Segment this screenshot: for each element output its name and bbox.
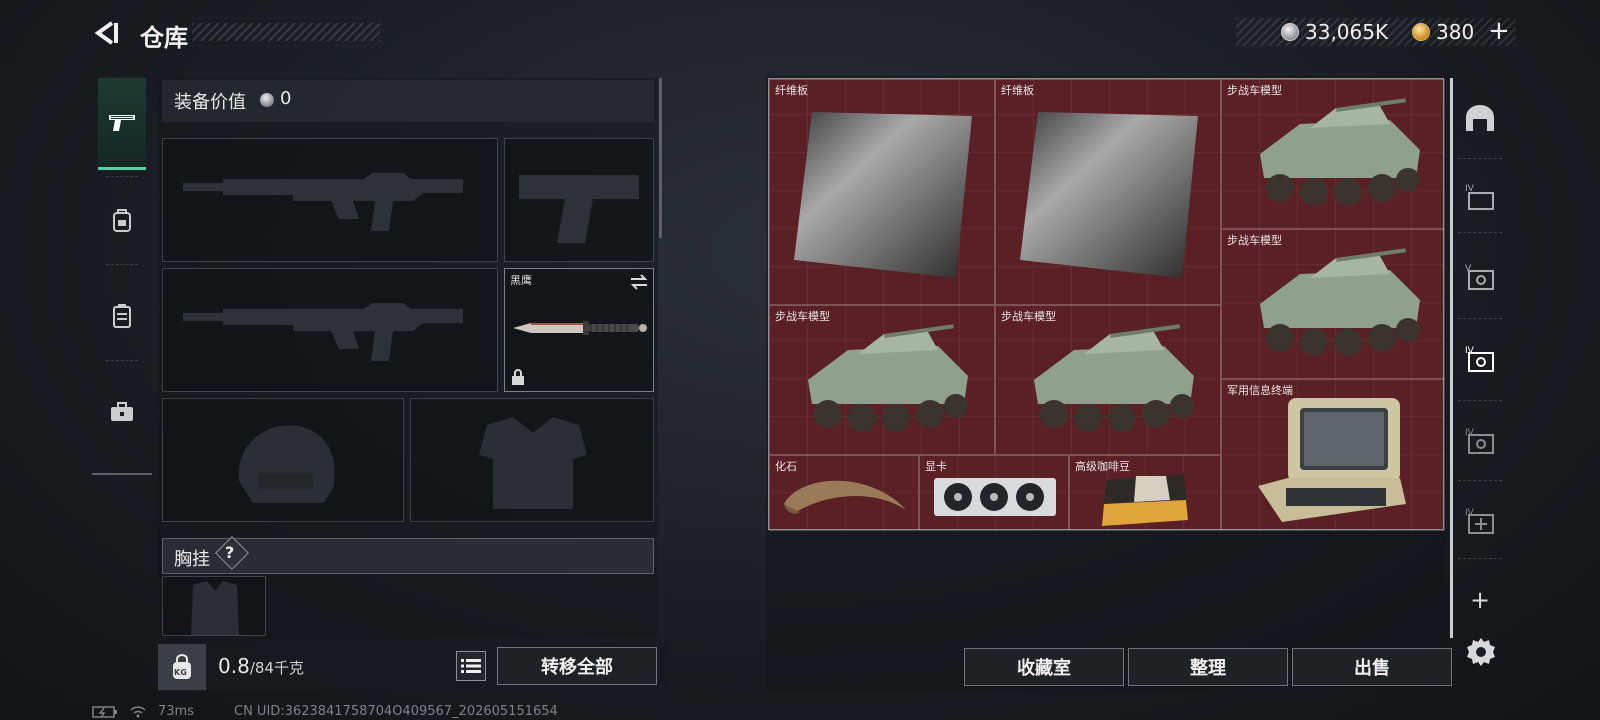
helmet-silhouette-icon [238, 425, 335, 503]
storage-page-2[interactable]: V [1460, 256, 1500, 296]
rifle-silhouette-icon [183, 173, 463, 231]
back-arrow-icon[interactable] [92, 20, 120, 46]
equipment-value-label: 装备价值 [174, 92, 246, 113]
toolbox-icon [111, 402, 133, 421]
weight-icon-box: KG [158, 644, 206, 690]
weight-icon-label: KG [174, 668, 187, 677]
fiberboard-icon [794, 112, 972, 278]
tab-storage-case[interactable] [98, 292, 146, 340]
battery-icon [92, 706, 117, 718]
transfer-all-button[interactable]: 转移全部 [497, 647, 657, 685]
fiberboard-icon [1020, 112, 1198, 278]
storage-item[interactable]: 步战车模型 [769, 305, 995, 455]
equipment-value: 0 [280, 88, 292, 109]
helmet-slot[interactable] [162, 398, 404, 522]
case-icon [113, 304, 131, 328]
storage-item[interactable]: 军用信息终端 [1221, 379, 1445, 531]
ifv-model-icon [1034, 324, 1194, 432]
safe-icon: IV [1465, 428, 1494, 454]
silver-currency-amount: 33,065K [1305, 20, 1389, 44]
sort-button[interactable]: 整理 [1128, 648, 1288, 686]
armor-slot[interactable] [410, 398, 654, 522]
lock-icon [512, 369, 524, 385]
primary-weapon-slot[interactable] [162, 138, 498, 262]
storage-item[interactable]: 高级咖啡豆 [1069, 455, 1221, 531]
storage-item[interactable]: 步战车模型 [1221, 229, 1445, 379]
military-terminal-icon [1258, 398, 1406, 522]
storage-page-3-active[interactable]: IV [1460, 338, 1500, 378]
item-name: 纤维板 [775, 84, 808, 97]
storage-page-5[interactable]: IV [1460, 500, 1500, 540]
tab-backpack[interactable] [98, 196, 146, 244]
item-name: 纤维板 [1001, 84, 1034, 97]
weight-readout: 0.8/84千克 [218, 654, 304, 678]
pistol-slot[interactable] [504, 138, 654, 262]
swap-icon[interactable] [629, 273, 649, 291]
knife-icon [513, 321, 647, 335]
add-storage-page-button[interactable]: + [1470, 586, 1490, 614]
gold-coin-icon [1412, 23, 1430, 41]
list-icon [461, 659, 481, 673]
shelter-icon [1466, 105, 1494, 131]
rifle-silhouette-icon [183, 303, 463, 361]
fossil-claw-icon [784, 480, 906, 514]
chest-rig-label: 胸挂 [174, 549, 210, 570]
ifv-model-icon [808, 324, 968, 432]
sell-button[interactable]: 出售 [1292, 648, 1452, 686]
tab-toolbox[interactable] [98, 388, 146, 436]
storage-item[interactable]: 显卡 [919, 455, 1069, 531]
storage-scrollbar[interactable] [1450, 78, 1453, 638]
storage-item[interactable]: 纤维板 [995, 79, 1221, 305]
storage-item[interactable]: 纤维板 [769, 79, 995, 305]
storage-grid: 纤维板 纤维板 步战车模型 步战车模型 步战车模型 步战车模型 军用信息终端 化… [768, 78, 1445, 531]
add-currency-button[interactable]: + [1488, 16, 1510, 46]
wifi-icon [130, 706, 146, 718]
safe-icon: IV [1465, 346, 1494, 372]
ifv-model-icon [1260, 98, 1420, 206]
storage-page-4[interactable]: IV [1460, 420, 1500, 460]
ping-readout: 73ms [158, 704, 194, 719]
equipment-scrollbar[interactable] [659, 78, 662, 238]
melee-item-name: 黑鹰 [510, 274, 532, 287]
graphics-card-icon [934, 478, 1056, 516]
collection-room-button[interactable]: 收藏室 [964, 648, 1124, 686]
secondary-weapon-slot[interactable] [162, 268, 498, 392]
medical-box-icon: IV [1465, 508, 1494, 534]
ifv-model-icon [1260, 248, 1420, 356]
pistol-silhouette-icon [519, 175, 639, 243]
storage-page-1[interactable]: IV [1460, 176, 1500, 216]
player-uid: CN UID:3623841758704O409567_202605151654 [234, 704, 558, 719]
title-decoration [192, 23, 380, 41]
gear-icon[interactable] [1465, 636, 1497, 668]
current-weight: 0.8 [218, 654, 250, 678]
loadout-tab-column [92, 72, 152, 475]
pistol-icon [109, 114, 135, 131]
coffee-beans-icon [1102, 474, 1188, 526]
tab-weapons[interactable] [98, 78, 146, 170]
help-icon-label: ? [225, 543, 235, 562]
storage-item[interactable]: 步战车模型 [1221, 79, 1445, 229]
melee-slot[interactable]: 黑鹰 [504, 268, 654, 392]
safe-icon: V [1465, 264, 1494, 290]
storage-item[interactable]: 步战车模型 [995, 305, 1221, 455]
storage-item[interactable]: 化石 [769, 455, 919, 531]
max-weight: /84千克 [249, 659, 304, 677]
list-view-button[interactable] [456, 651, 486, 681]
gold-currency-amount: 380 [1436, 20, 1475, 44]
chest-rig-silhouette-icon [191, 581, 239, 635]
chest-rig-slot[interactable] [162, 576, 266, 636]
backpack-icon [113, 209, 131, 232]
storage-home-tab[interactable] [1460, 98, 1500, 138]
vest-silhouette-icon [479, 417, 587, 509]
page-title: 仓库 [140, 24, 188, 52]
storage-box-icon: IV [1465, 184, 1494, 210]
silver-coin-icon [260, 93, 274, 107]
silver-coin-icon [1281, 23, 1299, 41]
